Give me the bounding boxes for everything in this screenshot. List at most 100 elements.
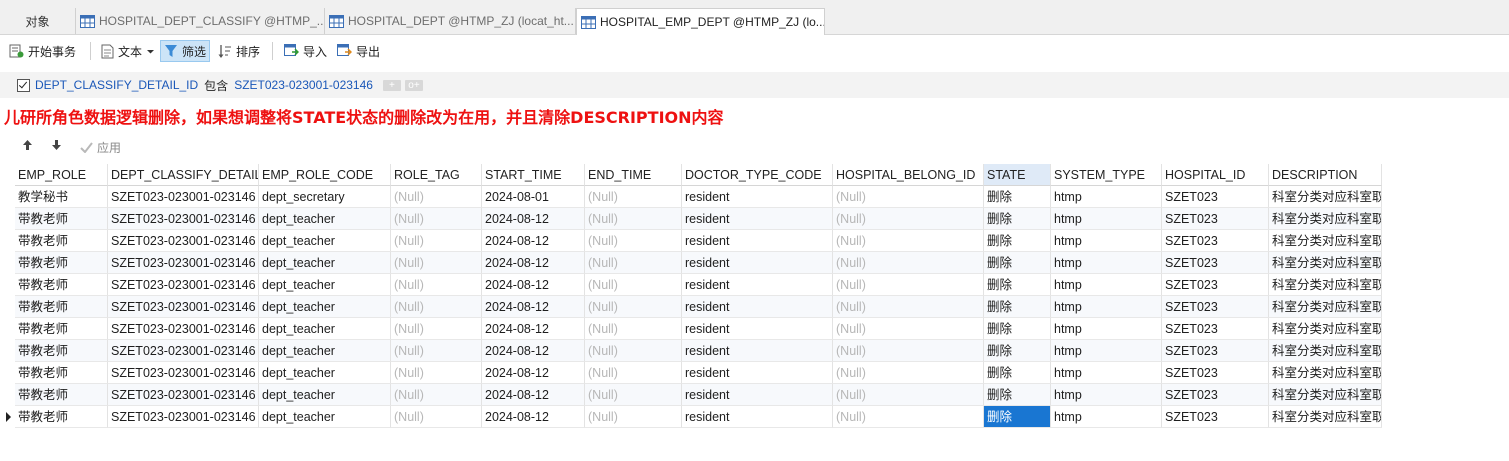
- cell-state[interactable]: 删除: [984, 296, 1051, 318]
- cell-role-tag[interactable]: (Null): [391, 230, 482, 252]
- cell-end-time[interactable]: (Null): [585, 318, 682, 340]
- cell-emp-role[interactable]: 带教老师: [15, 296, 108, 318]
- cell-state[interactable]: 删除: [984, 208, 1051, 230]
- cell-system-type[interactable]: htmp: [1051, 274, 1162, 296]
- cell-system-type[interactable]: htmp: [1051, 384, 1162, 406]
- cell-end-time[interactable]: (Null): [585, 384, 682, 406]
- add-condition-button[interactable]: +: [382, 79, 401, 91]
- sort-button[interactable]: 排序: [218, 40, 260, 62]
- cell-hospital-id[interactable]: SZET023: [1162, 318, 1269, 340]
- cell-hospital-belong-id[interactable]: (Null): [833, 296, 984, 318]
- cell-dept-classify-detail-id[interactable]: SZET023-023001-023146: [108, 406, 259, 428]
- cell-end-time[interactable]: (Null): [585, 274, 682, 296]
- column-header-start-time[interactable]: START_TIME: [482, 164, 585, 186]
- column-header-dept-classify-detail-id[interactable]: DEPT_CLASSIFY_DETAIL_ID: [108, 164, 259, 186]
- cell-start-time[interactable]: 2024-08-12: [482, 340, 585, 362]
- cell-emp-role-code[interactable]: dept_teacher: [259, 296, 391, 318]
- column-header-hospital-belong-id[interactable]: HOSPITAL_BELONG_ID: [833, 164, 984, 186]
- cell-system-type[interactable]: htmp: [1051, 362, 1162, 384]
- column-header-doctor-type-code[interactable]: DOCTOR_TYPE_CODE: [682, 164, 833, 186]
- cell-hospital-id[interactable]: SZET023: [1162, 384, 1269, 406]
- cell-emp-role[interactable]: 带教老师: [15, 340, 108, 362]
- cell-start-time[interactable]: 2024-08-12: [482, 208, 585, 230]
- cell-emp-role-code[interactable]: dept_teacher: [259, 362, 391, 384]
- cell-emp-role-code[interactable]: dept_secretary: [259, 186, 391, 208]
- cell-state[interactable]: 删除: [984, 318, 1051, 340]
- cell-description[interactable]: 科室分类对应科室取: [1269, 296, 1382, 318]
- cell-dept-classify-detail-id[interactable]: SZET023-023001-023146: [108, 384, 259, 406]
- cell-state[interactable]: 删除: [984, 340, 1051, 362]
- cell-role-tag[interactable]: (Null): [391, 384, 482, 406]
- cell-emp-role-code[interactable]: dept_teacher: [259, 208, 391, 230]
- cell-system-type[interactable]: htmp: [1051, 208, 1162, 230]
- cell-dept-classify-detail-id[interactable]: SZET023-023001-023146: [108, 208, 259, 230]
- cell-state[interactable]: 删除: [984, 230, 1051, 252]
- cell-system-type[interactable]: htmp: [1051, 340, 1162, 362]
- cell-hospital-id[interactable]: SZET023: [1162, 340, 1269, 362]
- cell-doctor-type-code[interactable]: resident: [682, 362, 833, 384]
- tab-hospital-dept[interactable]: HOSPITAL_DEPT @HTMP_ZJ (locat_ht...: [325, 8, 576, 34]
- cell-dept-classify-detail-id[interactable]: SZET023-023001-023146: [108, 296, 259, 318]
- apply-button[interactable]: 应用: [80, 139, 121, 156]
- cell-state[interactable]: 删除: [984, 384, 1051, 406]
- cell-system-type[interactable]: htmp: [1051, 252, 1162, 274]
- cell-state[interactable]: 删除: [984, 362, 1051, 384]
- cell-hospital-id[interactable]: SZET023: [1162, 186, 1269, 208]
- cell-emp-role[interactable]: 带教老师: [15, 406, 108, 428]
- cell-hospital-belong-id[interactable]: (Null): [833, 208, 984, 230]
- cell-description[interactable]: 科室分类对应科室取: [1269, 186, 1382, 208]
- cell-system-type[interactable]: htmp: [1051, 186, 1162, 208]
- cell-start-time[interactable]: 2024-08-12: [482, 318, 585, 340]
- column-header-system-type[interactable]: SYSTEM_TYPE: [1051, 164, 1162, 186]
- cell-description[interactable]: 科室分类对应科室取: [1269, 318, 1382, 340]
- cell-hospital-belong-id[interactable]: (Null): [833, 252, 984, 274]
- cell-doctor-type-code[interactable]: resident: [682, 208, 833, 230]
- cell-hospital-belong-id[interactable]: (Null): [833, 186, 984, 208]
- cell-role-tag[interactable]: (Null): [391, 274, 482, 296]
- cell-emp-role[interactable]: 带教老师: [15, 252, 108, 274]
- cell-doctor-type-code[interactable]: resident: [682, 318, 833, 340]
- cell-end-time[interactable]: (Null): [585, 340, 682, 362]
- column-header-state[interactable]: STATE: [984, 164, 1051, 186]
- cell-start-time[interactable]: 2024-08-12: [482, 384, 585, 406]
- column-header-description[interactable]: DESCRIPTION: [1269, 164, 1382, 186]
- cell-role-tag[interactable]: (Null): [391, 406, 482, 428]
- cell-hospital-belong-id[interactable]: (Null): [833, 406, 984, 428]
- cell-start-time[interactable]: 2024-08-12: [482, 406, 585, 428]
- filter-field[interactable]: DEPT_CLASSIFY_DETAIL_ID: [35, 78, 198, 92]
- cell-state[interactable]: 删除: [984, 252, 1051, 274]
- cell-start-time[interactable]: 2024-08-12: [482, 230, 585, 252]
- cell-dept-classify-detail-id[interactable]: SZET023-023001-023146: [108, 252, 259, 274]
- cell-hospital-id[interactable]: SZET023: [1162, 406, 1269, 428]
- cell-hospital-belong-id[interactable]: (Null): [833, 362, 984, 384]
- cell-emp-role-code[interactable]: dept_teacher: [259, 406, 391, 428]
- cell-doctor-type-code[interactable]: resident: [682, 406, 833, 428]
- cell-end-time[interactable]: (Null): [585, 230, 682, 252]
- cell-emp-role-code[interactable]: dept_teacher: [259, 318, 391, 340]
- cell-hospital-id[interactable]: SZET023: [1162, 362, 1269, 384]
- cell-end-time[interactable]: (Null): [585, 186, 682, 208]
- cell-state[interactable]: 删除: [984, 406, 1051, 428]
- cell-role-tag[interactable]: (Null): [391, 252, 482, 274]
- cell-start-time[interactable]: 2024-08-12: [482, 274, 585, 296]
- cell-role-tag[interactable]: (Null): [391, 362, 482, 384]
- cell-emp-role-code[interactable]: dept_teacher: [259, 384, 391, 406]
- filter-operator[interactable]: 包含: [204, 77, 228, 94]
- cell-emp-role[interactable]: 带教老师: [15, 318, 108, 340]
- filter-value[interactable]: SZET023-023001-023146: [234, 78, 373, 92]
- filter-enable-checkbox[interactable]: [17, 78, 30, 92]
- cell-description[interactable]: 科室分类对应科室取: [1269, 362, 1382, 384]
- import-button[interactable]: 导入: [284, 40, 327, 62]
- cell-start-time[interactable]: 2024-08-01: [482, 186, 585, 208]
- cell-hospital-id[interactable]: SZET023: [1162, 274, 1269, 296]
- cell-role-tag[interactable]: (Null): [391, 296, 482, 318]
- cell-emp-role[interactable]: 带教老师: [15, 274, 108, 296]
- cell-emp-role[interactable]: 带教老师: [15, 208, 108, 230]
- cell-start-time[interactable]: 2024-08-12: [482, 252, 585, 274]
- column-header-emp-role[interactable]: EMP_ROLE: [15, 164, 108, 186]
- cell-description[interactable]: 科室分类对应科室取: [1269, 230, 1382, 252]
- cell-hospital-belong-id[interactable]: (Null): [833, 274, 984, 296]
- cell-end-time[interactable]: (Null): [585, 296, 682, 318]
- cell-dept-classify-detail-id[interactable]: SZET023-023001-023146: [108, 186, 259, 208]
- text-view-button[interactable]: 文本: [101, 40, 159, 62]
